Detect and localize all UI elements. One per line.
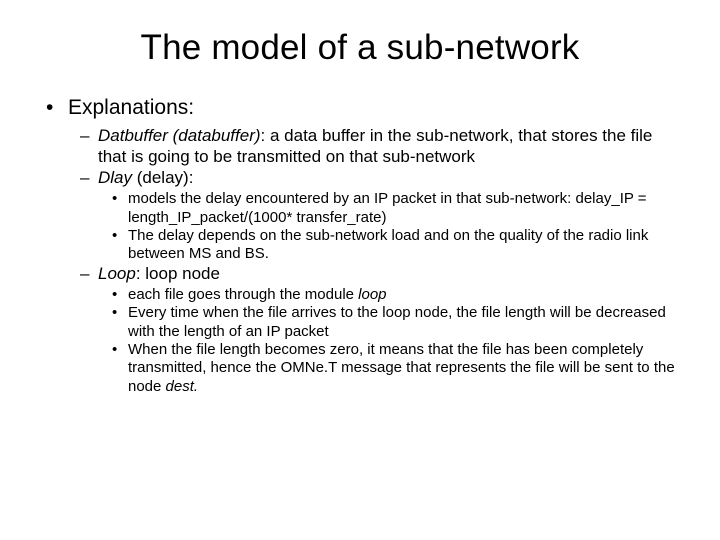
dlay-detail-1: The delay depends on the sub-network loa… <box>98 227 680 264</box>
datbuffer-term: Datbuffer (databuffer) <box>98 126 261 145</box>
slide-title: The model of a sub-network <box>40 28 680 68</box>
dlay-desc: (delay): <box>132 168 193 187</box>
loop-detail-2-em: dest. <box>166 378 199 395</box>
loop-detail-1: Every time when the file arrives to the … <box>98 304 680 341</box>
loop-detail-2: When the file length becomes zero, it me… <box>98 341 680 396</box>
dlay-detail-0: models the delay encountered by an IP pa… <box>98 190 680 227</box>
bullet-list-level3-loop: each file goes through the module loop E… <box>98 286 680 396</box>
dlay-term: Dlay <box>98 168 132 187</box>
loop-detail-2-text: When the file length becomes zero, it me… <box>128 341 675 395</box>
bullet-list-level2: Datbuffer (databuffer): a data buffer in… <box>68 126 680 396</box>
loop-detail-0-text: each file goes through the module <box>128 286 358 303</box>
explanations-item: Explanations: Datbuffer (databuffer): a … <box>40 96 680 396</box>
loop-desc: : loop node <box>136 264 220 283</box>
dlay-item: Dlay (delay): models the delay encounter… <box>68 168 680 263</box>
loop-item: Loop: loop node each file goes through t… <box>68 264 680 396</box>
datbuffer-item: Datbuffer (databuffer): a data buffer in… <box>68 126 680 167</box>
explanations-label: Explanations: <box>68 96 194 119</box>
loop-term: Loop <box>98 264 136 283</box>
bullet-list-level1: Explanations: Datbuffer (databuffer): a … <box>40 96 680 396</box>
loop-detail-0-em: loop <box>358 286 386 303</box>
bullet-list-level3-dlay: models the delay encountered by an IP pa… <box>98 190 680 263</box>
loop-detail-0: each file goes through the module loop <box>98 286 680 304</box>
